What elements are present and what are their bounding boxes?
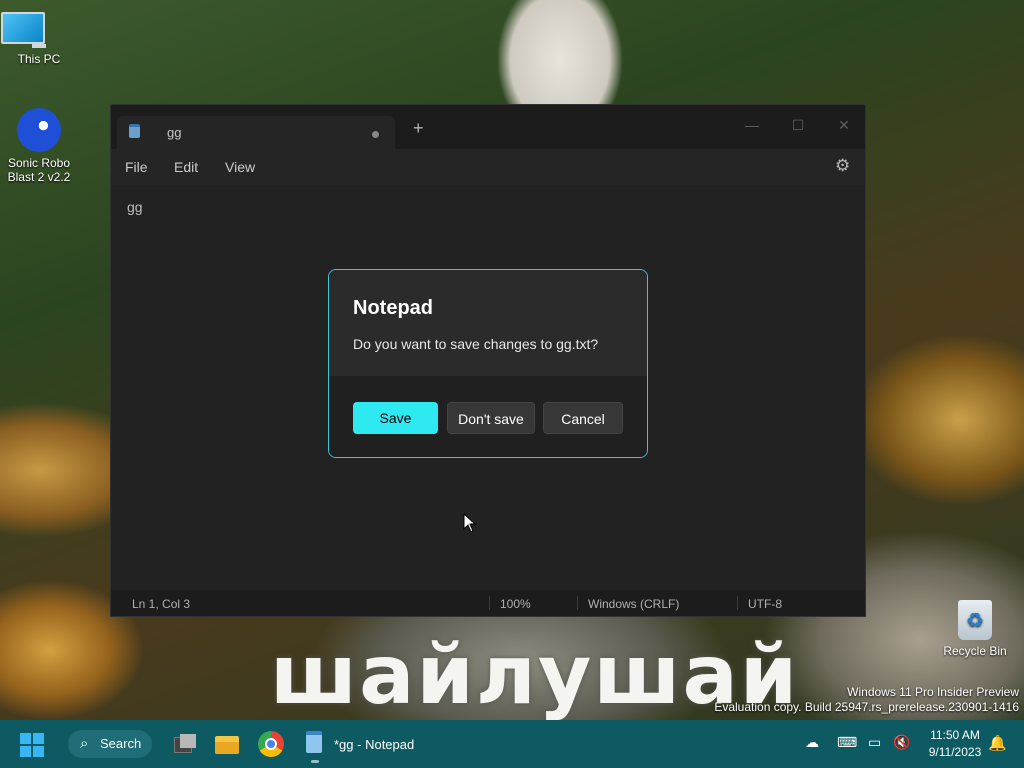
- watermark-line-2: Evaluation copy. Build 25947.rs_prerelea…: [714, 700, 1019, 714]
- search-label: Search: [100, 736, 142, 751]
- save-button[interactable]: Save: [353, 402, 438, 434]
- this-pc-icon: [1, 12, 77, 48]
- sonic-game-icon: [17, 108, 61, 152]
- start-button[interactable]: [20, 733, 44, 757]
- watermark-line-1: Windows 11 Pro Insider Preview: [847, 685, 1019, 699]
- task-view-icon[interactable]: [172, 731, 198, 757]
- save-changes-dialog: Notepad Do you want to save changes to g…: [328, 269, 648, 458]
- taskbar-search-button[interactable]: ⌕ Search: [68, 730, 152, 758]
- onedrive-icon[interactable]: ☁: [805, 734, 819, 751]
- search-icon: ⌕: [80, 735, 89, 752]
- dialog-message: Do you want to save changes to gg.txt?: [353, 336, 599, 352]
- network-icon[interactable]: ▭: [868, 734, 881, 751]
- wallpaper-text: шайлушай: [270, 628, 800, 720]
- clock-date: 9/11/2023: [928, 745, 982, 759]
- dialog-content: Notepad Do you want to save changes to g…: [329, 270, 647, 376]
- system-clock[interactable]: 11:50 AM 9/11/2023: [918, 727, 992, 761]
- desktop-icon-label: Recycle Bin: [943, 644, 1007, 658]
- chrome-icon[interactable]: [258, 731, 284, 757]
- taskbar: ⌕ Search *gg - Notepad ☁ ⌨ ▭ 🔇 11:50 AM …: [0, 720, 1024, 768]
- desktop-icon-label: Sonic Robo Blast 2 v2.2: [7, 156, 71, 184]
- keyboard-icon[interactable]: ⌨: [837, 734, 857, 751]
- active-app-indicator: [311, 760, 319, 763]
- desktop-icon-recycle-bin[interactable]: Recycle Bin: [937, 600, 1013, 658]
- taskbar-app-label: *gg - Notepad: [334, 737, 415, 752]
- desktop-icon-label: This PC: [17, 52, 61, 66]
- clock-time: 11:50 AM: [930, 728, 980, 742]
- file-explorer-icon[interactable]: [214, 731, 240, 757]
- desktop-icon-sonic-robo-blast[interactable]: Sonic Robo Blast 2 v2.2: [1, 108, 77, 184]
- volume-muted-icon[interactable]: 🔇: [893, 734, 910, 751]
- cancel-button[interactable]: Cancel: [543, 402, 623, 434]
- notepad-icon: [306, 731, 322, 753]
- windows-watermark: Windows 11 Pro Insider Preview Evaluatio…: [714, 685, 1019, 715]
- notification-bell-icon[interactable]: 🔔: [988, 734, 1007, 752]
- desktop-icon-this-pc[interactable]: This PC: [1, 12, 77, 66]
- dialog-title: Notepad: [353, 297, 433, 319]
- taskbar-notepad-button[interactable]: *gg - Notepad: [300, 724, 422, 764]
- dont-save-button[interactable]: Don't save: [447, 402, 535, 434]
- recycle-bin-icon: [958, 600, 992, 640]
